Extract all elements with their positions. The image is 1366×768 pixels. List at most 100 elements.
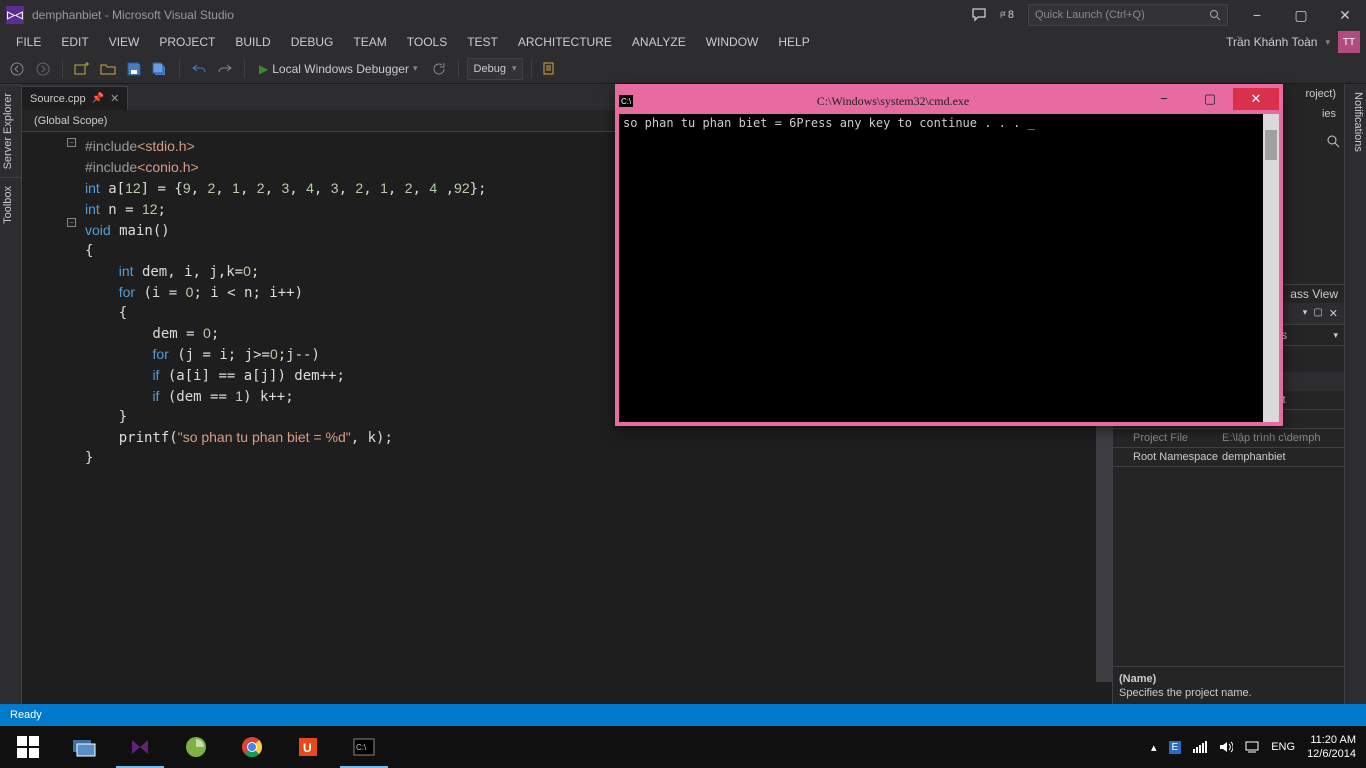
solution-config-combo[interactable]: Debug ▾ <box>467 58 524 80</box>
menu-help[interactable]: HELP <box>768 32 819 52</box>
nav-back-button[interactable] <box>6 58 28 80</box>
server-explorer-tab[interactable]: Server Explorer <box>0 84 21 177</box>
menu-tools[interactable]: TOOLS <box>397 32 457 52</box>
vs-logo-icon: ▷◁ <box>6 6 24 24</box>
outline-collapse-icon[interactable]: − <box>67 138 76 147</box>
vs-titlebar: ▷◁ demphanbiet - Microsoft Visual Studio… <box>0 0 1366 30</box>
source-cpp-tab[interactable]: Source.cpp 📌 ✕ <box>22 86 128 110</box>
start-debug-button[interactable]: ▶ Local Windows Debugger ▾ <box>253 58 424 80</box>
desc-text: Specifies the project name. <box>1119 687 1252 699</box>
chevron-down-icon: ▾ <box>512 63 517 74</box>
menu-project[interactable]: PROJECT <box>149 32 225 52</box>
toolbar-sep <box>531 60 532 78</box>
status-bar: Ready <box>0 704 1366 726</box>
tray-time: 11:20 AM <box>1307 733 1356 747</box>
menu-file[interactable]: FILE <box>6 32 51 52</box>
tray-network-icon[interactable] <box>1193 741 1207 753</box>
toolbar-sep <box>179 60 180 78</box>
open-file-button[interactable] <box>97 58 119 80</box>
user-avatar[interactable]: TT <box>1338 31 1360 53</box>
tray-language[interactable]: ENG <box>1271 741 1295 753</box>
taskbar-app-3[interactable] <box>168 726 224 768</box>
menu-architecture[interactable]: ARCHITECTURE <box>508 32 622 52</box>
close-tab-button[interactable]: ✕ <box>110 92 119 105</box>
debugger-label: Local Windows Debugger <box>272 62 409 76</box>
prop-row-namespace[interactable]: Root Namespacedemphanbiet <box>1113 448 1344 467</box>
tray-app-icon[interactable]: E <box>1169 741 1182 754</box>
taskbar-visual-studio[interactable] <box>112 726 168 768</box>
tray-action-icon[interactable] <box>1245 741 1259 753</box>
menu-analyze[interactable]: ANALYZE <box>622 32 696 52</box>
start-button[interactable] <box>0 726 56 768</box>
sln-search-icon[interactable] <box>1326 134 1340 148</box>
save-all-button[interactable] <box>149 58 171 80</box>
maximize-button[interactable]: ▢ <box>1286 7 1316 24</box>
cmd-close-button[interactable]: ✕ <box>1233 88 1279 110</box>
menu-window[interactable]: WINDOW <box>696 32 769 52</box>
minimize-button[interactable]: − <box>1242 7 1272 23</box>
svg-text:C:\: C:\ <box>356 743 367 752</box>
cmd-icon: C:\ <box>619 95 645 107</box>
standard-toolbar: ▶ Local Windows Debugger ▾ Debug ▾ <box>0 54 1366 84</box>
pin-icon[interactable]: ▢ <box>1313 307 1322 320</box>
status-text: Ready <box>10 709 42 721</box>
svg-text:C:\: C:\ <box>621 97 632 106</box>
close-icon[interactable]: ✕ <box>1329 307 1338 320</box>
tray-clock[interactable]: 11:20 AM 12/6/2014 <box>1307 733 1356 761</box>
feedback-icon[interactable] <box>972 8 986 22</box>
save-button[interactable] <box>123 58 145 80</box>
menu-test[interactable]: TEST <box>457 32 508 52</box>
windows-taskbar: U C:\ ▴ E ENG 11:20 AM 12/6/2014 <box>0 726 1366 768</box>
scope-label: (Global Scope) <box>34 115 107 127</box>
redo-button[interactable] <box>214 58 236 80</box>
cmd-window[interactable]: C:\ C:\Windows\system32\cmd.exe − ▢ ✕ so… <box>615 84 1283 426</box>
tray-chevron-icon[interactable]: ▴ <box>1151 741 1157 754</box>
system-tray[interactable]: ▴ E ENG 11:20 AM 12/6/2014 <box>1141 733 1366 761</box>
menu-bar: FILE EDIT VIEW PROJECT BUILD DEBUG TEAM … <box>0 30 1366 54</box>
menu-team[interactable]: TEAM <box>343 32 396 52</box>
cmd-title: C:\Windows\system32\cmd.exe <box>645 94 1141 109</box>
right-autohide-rail: Notifications <box>1344 84 1366 726</box>
outline-collapse-icon[interactable]: − <box>67 218 76 227</box>
taskbar-cmd[interactable]: C:\ <box>336 726 392 768</box>
taskbar-app-1[interactable] <box>56 726 112 768</box>
nav-fwd-button[interactable] <box>32 58 54 80</box>
svg-text:U: U <box>303 741 312 755</box>
cmd-scrollbar[interactable] <box>1263 114 1279 422</box>
taskbar-app-5[interactable]: U <box>280 726 336 768</box>
chevron-down-icon[interactable]: ▾ <box>1303 307 1308 320</box>
notification-count: 8 <box>1008 9 1014 21</box>
toolbar-sep <box>458 60 459 78</box>
undo-button[interactable] <box>188 58 210 80</box>
search-icon <box>1209 9 1221 21</box>
cmd-maximize-button[interactable]: ▢ <box>1187 88 1233 110</box>
new-project-button[interactable] <box>71 58 93 80</box>
chevron-down-icon: ▾ <box>413 63 418 74</box>
cmd-titlebar[interactable]: C:\ C:\Windows\system32\cmd.exe − ▢ ✕ <box>619 88 1279 114</box>
signed-in-user[interactable]: Trần Khánh Toàn <box>1226 35 1317 49</box>
refresh-button[interactable] <box>428 58 450 80</box>
pin-icon[interactable]: 📌 <box>92 93 104 104</box>
cmd-output[interactable]: so phan tu phan biet = 6Press any key to… <box>619 114 1263 422</box>
tray-volume-icon[interactable] <box>1219 741 1233 753</box>
outline-column: − − <box>67 132 77 704</box>
find-in-files-button[interactable] <box>540 58 562 80</box>
cmd-minimize-button[interactable]: − <box>1141 88 1187 110</box>
quick-launch-input[interactable]: Quick Launch (Ctrl+Q) <box>1028 4 1228 26</box>
left-autohide-rail: Server Explorer Toolbox <box>0 84 22 726</box>
user-dropdown-icon[interactable]: ▾ <box>1325 37 1330 48</box>
menu-build[interactable]: BUILD <box>225 32 280 52</box>
notifications-flag-icon[interactable]: 8 <box>1000 8 1014 22</box>
toolbox-tab[interactable]: Toolbox <box>0 177 21 232</box>
notifications-tab[interactable]: Notifications <box>1345 84 1366 160</box>
toolbar-sep <box>62 60 63 78</box>
menu-view[interactable]: VIEW <box>99 32 150 52</box>
cmd-scroll-thumb[interactable] <box>1265 130 1277 160</box>
taskbar-chrome[interactable] <box>224 726 280 768</box>
menu-edit[interactable]: EDIT <box>51 32 98 52</box>
menu-debug[interactable]: DEBUG <box>281 32 344 52</box>
tab-label: Source.cpp <box>30 93 86 105</box>
tray-date: 12/6/2014 <box>1307 747 1356 761</box>
close-button[interactable]: ✕ <box>1330 7 1360 24</box>
desc-name: (Name) <box>1119 673 1338 685</box>
